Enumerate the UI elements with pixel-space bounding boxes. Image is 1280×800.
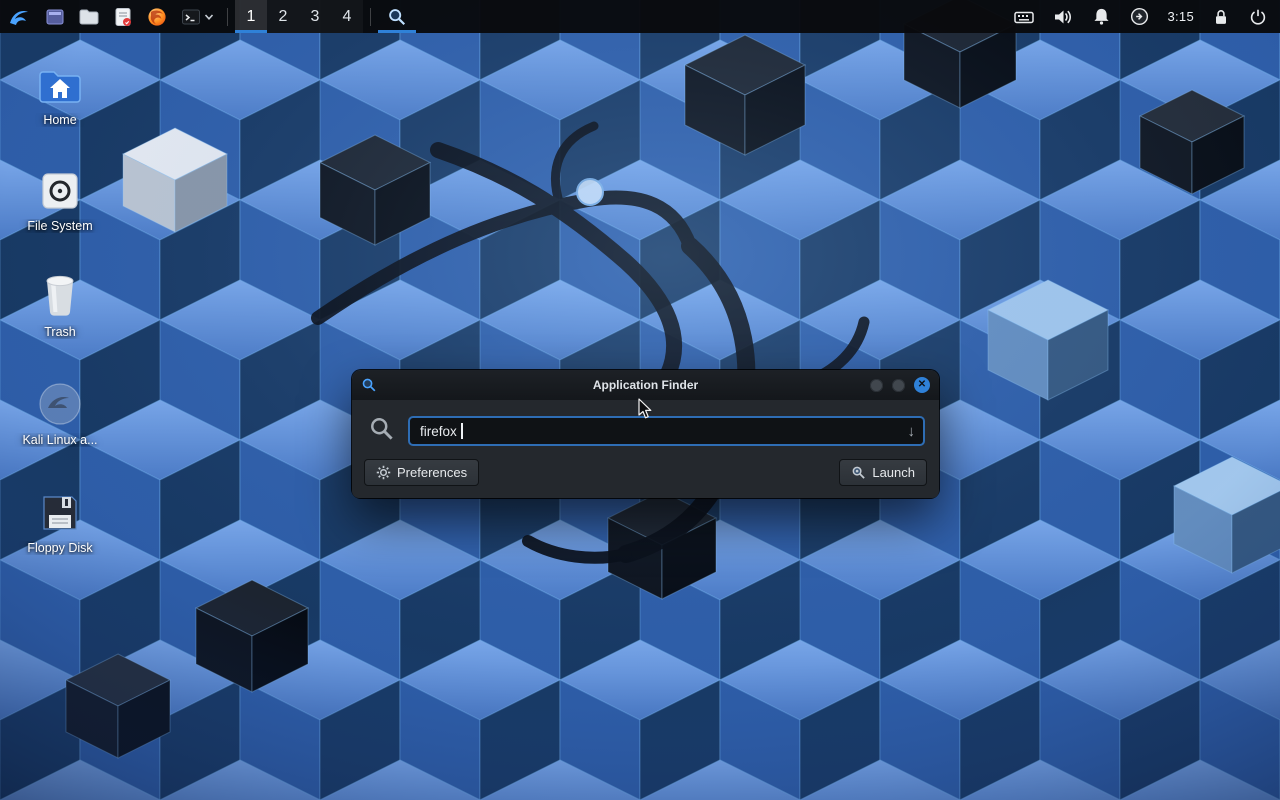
launch-label: Launch [872,465,915,480]
workspace-4[interactable]: 4 [331,0,363,33]
desktop-item-floppy-disk[interactable]: Floppy Disk [12,482,108,555]
lock-screen[interactable] [1211,7,1231,27]
lock-icon [1211,7,1231,27]
file-manager-button[interactable] [72,0,106,33]
notifications-icon [1091,6,1112,27]
power-menu[interactable] [1248,7,1268,27]
window-switch-button[interactable] [38,0,72,33]
text-editor-icon [112,6,134,28]
desktop-item-label: Home [12,113,108,127]
search-input[interactable]: firefox ↓ [408,416,925,446]
gear-icon [376,465,391,480]
titlebar[interactable]: Application Finder ✕ [352,370,939,400]
desktop: 1 2 3 4 [0,0,1280,800]
system-tray: 3:15 [1013,0,1280,33]
desktop-item-label: Kali Linux a... [12,433,108,447]
desktop-item-label: Floppy Disk [12,541,108,555]
chevron-down-icon [204,12,214,22]
kali-docs-icon [38,382,82,426]
terminal-icon [180,6,202,28]
firefox-button[interactable] [140,0,174,33]
search-icon [368,415,395,447]
launch-icon [851,465,866,480]
app-finder-icon [387,7,407,27]
launch-button[interactable]: Launch [839,459,927,486]
power-icon [1248,7,1268,27]
desktop-item-kali-docs[interactable]: Kali Linux a... [12,374,108,447]
workspace-1[interactable]: 1 [235,0,267,33]
maximize-button[interactable] [892,379,905,392]
trash-icon [39,272,81,318]
file-system-icon [39,170,81,212]
terminal-button[interactable] [174,0,220,33]
window-switch-icon [44,6,66,28]
volume-icon [1052,6,1074,28]
workspace-3[interactable]: 3 [299,0,331,33]
notifications[interactable] [1091,6,1112,27]
desktop-item-trash[interactable]: Trash [12,266,108,339]
text-editor-button[interactable] [106,0,140,33]
firefox-icon [146,6,168,28]
panel-separator [227,8,228,26]
preferences-label: Preferences [397,465,467,480]
dialog-body: firefox ↓ Prefer [352,400,939,498]
desktop-item-label: Trash [12,325,108,339]
panel-separator [370,8,371,26]
file-manager-icon [78,6,100,28]
entry-dropdown-icon[interactable]: ↓ [908,424,916,439]
floppy-disk-icon [39,492,81,534]
text-caret [461,423,463,439]
panel-launchers [38,0,220,33]
updates-icon [1129,6,1150,27]
workspace-2[interactable]: 2 [267,0,299,33]
app-finder-window-icon [361,377,377,398]
search-input-text: firefox [420,424,457,439]
keyboard-icon [1013,6,1035,28]
desktop-item-home[interactable]: Home [12,54,108,127]
workspace-switcher: 1 2 3 4 [235,0,363,33]
preferences-button[interactable]: Preferences [364,459,479,486]
home-icon [37,66,83,106]
app-finder-button[interactable] [378,0,416,33]
desktop-item-label: File System [12,219,108,233]
keyboard-indicator[interactable] [1013,6,1035,28]
updates[interactable] [1129,6,1150,27]
desktop-item-file-system[interactable]: File System [12,160,108,233]
application-finder-window: Application Finder ✕ firefox ↓ [352,370,939,498]
kali-menu-icon [7,5,31,29]
top-panel: 1 2 3 4 [0,0,1280,33]
close-button[interactable]: ✕ [914,377,930,393]
minimize-button[interactable] [870,379,883,392]
kali-menu-button[interactable] [0,0,38,33]
volume-control[interactable] [1052,6,1074,28]
window-title: Application Finder [593,378,698,392]
clock[interactable]: 3:15 [1167,9,1194,24]
